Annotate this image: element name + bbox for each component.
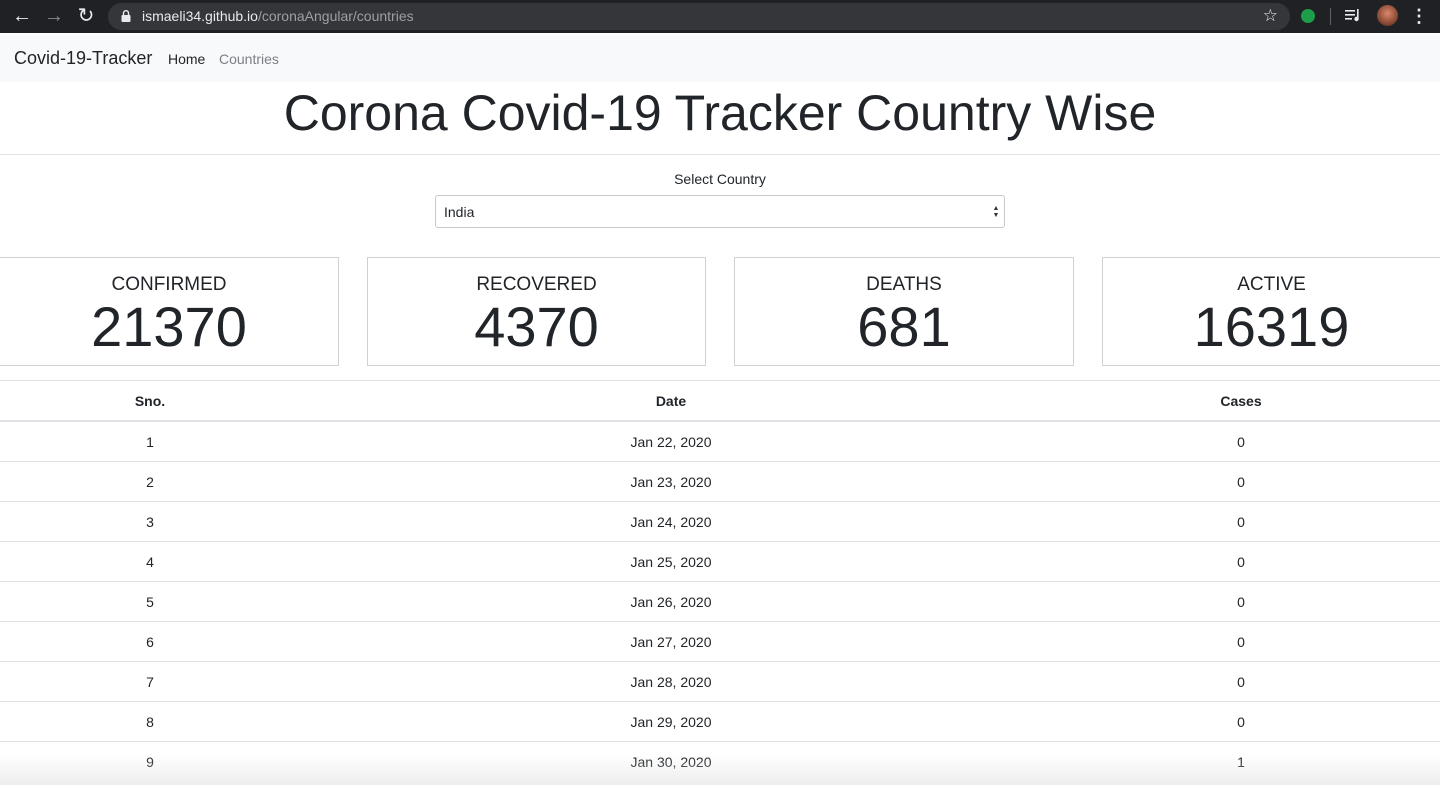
country-select-value: India [444, 204, 475, 220]
stat-label: RECOVERED [476, 274, 597, 295]
reload-icon[interactable]: ↻ [73, 4, 99, 30]
cell-cases: 0 [1237, 514, 1245, 530]
media-control-icon[interactable] [1345, 7, 1361, 23]
cell-sno: 7 [146, 674, 154, 690]
navbar-brand[interactable]: Covid-19-Tracker [14, 48, 152, 69]
forward-icon[interactable]: → [41, 4, 67, 30]
cell-cases: 0 [1237, 594, 1245, 610]
cell-date: Jan 27, 2020 [630, 634, 712, 650]
table-row: 5 Jan 26, 2020 0 [0, 582, 1440, 622]
url-text: ismaeli34.github.io/coronaAngular/countr… [142, 8, 414, 24]
column-header-cases: Cases [1220, 393, 1262, 409]
table-row: 2 Jan 23, 2020 0 [0, 462, 1440, 502]
table-row: 3 Jan 24, 2020 0 [0, 502, 1440, 542]
cell-cases: 0 [1237, 474, 1245, 490]
column-header-date: Date [655, 393, 687, 409]
lock-icon [121, 10, 131, 22]
table-row: 8 Jan 29, 2020 0 [0, 702, 1440, 742]
cell-date: Jan 25, 2020 [630, 554, 712, 570]
bookmark-star-icon[interactable]: ☆ [1263, 6, 1278, 26]
cell-date: Jan 23, 2020 [630, 474, 712, 490]
nav-link-home[interactable]: Home [168, 51, 205, 67]
divider [0, 154, 1440, 155]
page-title: Corona Covid-19 Tracker Country Wise [283, 85, 1157, 141]
browser-toolbar: ← → ↻ ismaeli34.github.io/coronaAngular/… [0, 0, 1440, 33]
cell-date: Jan 26, 2020 [630, 594, 712, 610]
cell-date: Jan 28, 2020 [630, 674, 712, 690]
stat-card-active: ACTIVE 16319 [1102, 257, 1440, 366]
cell-cases: 1 [1237, 754, 1245, 770]
table-row: 7 Jan 28, 2020 0 [0, 662, 1440, 702]
cell-cases: 0 [1237, 714, 1245, 730]
cell-cases: 0 [1237, 674, 1245, 690]
column-header-sno: Sno. [134, 393, 166, 409]
stat-value: 681 [857, 295, 951, 358]
cell-date: Jan 29, 2020 [630, 714, 712, 730]
toolbar-divider [1330, 8, 1331, 25]
cell-sno: 9 [146, 754, 154, 770]
profile-avatar[interactable] [1377, 5, 1398, 26]
select-arrows-icon: ▲ ▼ [992, 205, 1000, 219]
cell-sno: 3 [146, 514, 154, 530]
table-header: Sno. Date Cases [0, 381, 1440, 422]
cell-sno: 5 [146, 594, 154, 610]
extension-icon[interactable] [1301, 9, 1315, 23]
cell-sno: 6 [146, 634, 154, 650]
stat-label: DEATHS [866, 274, 942, 295]
cell-sno: 2 [146, 474, 154, 490]
stat-value: 16319 [1193, 295, 1350, 358]
country-select[interactable]: India ▲ ▼ [435, 195, 1005, 228]
stat-value: 4370 [474, 295, 599, 358]
stat-label: ACTIVE [1237, 274, 1306, 295]
cell-date: Jan 30, 2020 [630, 754, 712, 770]
table-row: 1 Jan 22, 2020 0 [0, 422, 1440, 462]
table-row: 4 Jan 25, 2020 0 [0, 542, 1440, 582]
stat-card-confirmed: CONFIRMED 21370 [0, 257, 339, 366]
nav-link-countries[interactable]: Countries [219, 51, 279, 67]
cell-sno: 8 [146, 714, 154, 730]
cell-sno: 1 [146, 434, 154, 450]
cell-cases: 0 [1237, 434, 1245, 450]
more-menu-icon[interactable]: ⋮ [1410, 5, 1428, 27]
table-row: 9 Jan 30, 2020 1 [0, 742, 1440, 782]
cell-cases: 0 [1237, 554, 1245, 570]
cell-date: Jan 22, 2020 [630, 434, 712, 450]
stat-label: CONFIRMED [111, 274, 227, 295]
stat-value: 21370 [91, 295, 247, 358]
select-country-label: Select Country [674, 171, 766, 187]
stat-card-deaths: DEATHS 681 [734, 257, 1074, 366]
cell-sno: 4 [146, 554, 154, 570]
table-row: 6 Jan 27, 2020 0 [0, 622, 1440, 662]
back-icon[interactable]: ← [9, 4, 35, 30]
app-navbar: Covid-19-Tracker Home Countries [0, 35, 1440, 82]
cell-cases: 0 [1237, 634, 1245, 650]
address-bar[interactable]: ismaeli34.github.io/coronaAngular/countr… [108, 3, 1290, 30]
stat-card-recovered: RECOVERED 4370 [367, 257, 706, 366]
cell-date: Jan 24, 2020 [630, 514, 712, 530]
